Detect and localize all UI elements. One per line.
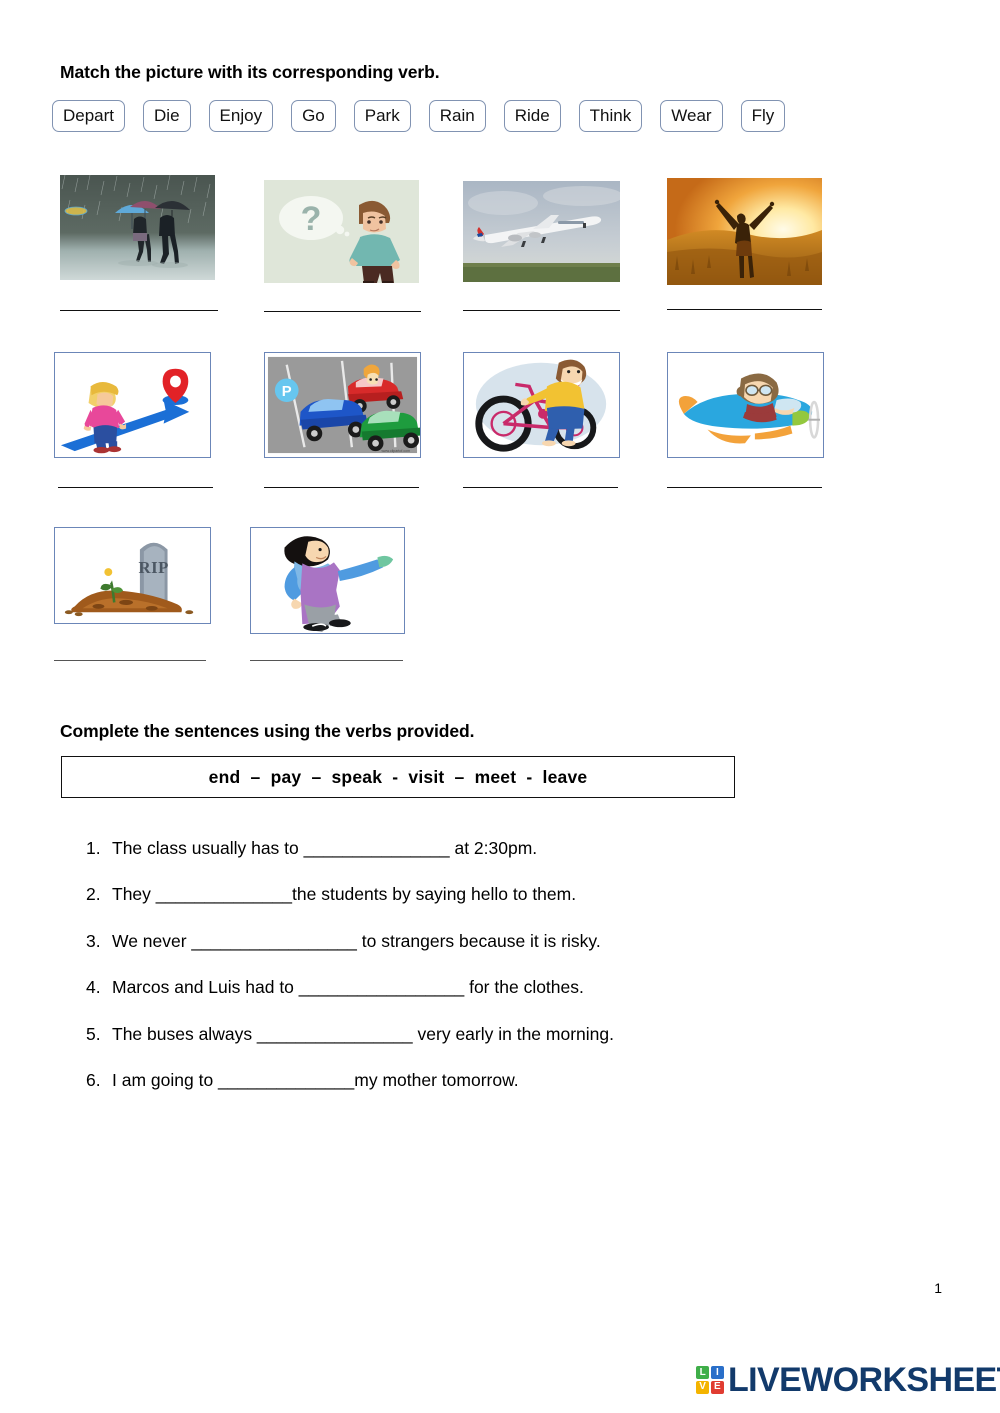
answer-line-4[interactable] <box>667 309 822 310</box>
answer-line-2[interactable] <box>264 311 421 312</box>
word-bank-box: end – pay – speak - visit – meet - leave <box>61 756 735 798</box>
worksheet-page: Match the picture with its corresponding… <box>0 0 1000 1413</box>
verb-chip-ride[interactable]: Ride <box>503 100 561 132</box>
parking-lot-illustration: P www.clipartof.com <box>265 353 420 457</box>
verb-chip-row: Depart Die Enjoy Go Park Rain Ride Think… <box>52 100 786 132</box>
answer-line-9[interactable] <box>54 660 206 661</box>
verb-chip-wear[interactable]: Wear <box>660 100 723 132</box>
sunset-celebration-illustration <box>667 178 822 285</box>
answer-line-6[interactable] <box>264 487 419 488</box>
answer-line-5[interactable] <box>58 487 213 488</box>
picture-depart-photo <box>463 181 620 282</box>
liveworksheets-wordmark: LIVEWORKSHEETS <box>728 1361 1000 1399</box>
logo-letter-e: E <box>710 1380 724 1394</box>
sentence-text-6[interactable]: I am going to ______________my mother to… <box>112 1070 519 1092</box>
verb-chip-go[interactable]: Go <box>291 100 336 132</box>
answer-line-1[interactable] <box>60 310 218 311</box>
picture-ride-clipart <box>463 352 620 458</box>
sentence-text-4[interactable]: Marcos and Luis had to _________________… <box>112 977 584 999</box>
word-bank-text: end – pay – speak - visit – meet - leave <box>208 766 588 787</box>
page-number: 1 <box>934 1280 942 1296</box>
liveworksheets-logo-icon: L I V E <box>696 1366 724 1394</box>
verb-chip-rain[interactable]: Rain <box>428 100 486 132</box>
svg-text:www.clipartof.com: www.clipartof.com <box>381 449 410 453</box>
sentence-number-5: 5. <box>86 1023 101 1044</box>
logo-letter-i: I <box>710 1366 724 1380</box>
verb-chip-depart[interactable]: Depart <box>52 100 126 132</box>
verb-chip-die[interactable]: Die <box>143 100 191 132</box>
sentence-list: 1. The class usually has to ____________… <box>86 838 886 1116</box>
sentence-text-5[interactable]: The buses always ________________ very e… <box>112 1024 614 1046</box>
picture-fly-clipart <box>667 352 824 458</box>
matching-section-title: Match the picture with its corresponding… <box>60 62 440 82</box>
svg-text:P: P <box>282 384 292 400</box>
svg-text:?: ? <box>301 200 322 238</box>
thinking-boy-illustration: ? <box>264 180 419 283</box>
answer-line-3[interactable] <box>463 310 620 311</box>
sentence-item-4: 4. Marcos and Luis had to ______________… <box>86 977 886 999</box>
svg-text:RIP: RIP <box>139 558 169 577</box>
sentence-text-2[interactable]: They ______________the students by sayin… <box>112 884 576 906</box>
rain-scene-illustration <box>60 175 215 280</box>
picture-rain-photo <box>60 175 215 280</box>
walking-to-destination-illustration <box>55 353 210 457</box>
verb-chip-think[interactable]: Think <box>578 100 643 132</box>
putting-on-jacket-illustration <box>251 528 404 633</box>
picture-park-clipart: P www.clipartof.com <box>264 352 421 458</box>
picture-enjoy-photo <box>667 178 822 285</box>
picture-go-clipart <box>54 352 211 458</box>
logo-letter-l: L <box>696 1366 710 1380</box>
verb-chip-enjoy[interactable]: Enjoy <box>208 100 274 132</box>
sentence-item-2: 2. They ______________the students by sa… <box>86 884 886 906</box>
pilot-flying-plane-illustration <box>668 353 823 457</box>
verb-chip-park[interactable]: Park <box>353 100 411 132</box>
boy-riding-bicycle-illustration <box>464 353 619 457</box>
sentence-item-5: 5. The buses always ________________ ver… <box>86 1024 886 1046</box>
sentence-text-3[interactable]: We never _________________ to strangers … <box>112 931 601 953</box>
airplane-departing-illustration <box>463 181 620 282</box>
grave-rip-illustration: RIP <box>55 528 210 623</box>
completion-section-title: Complete the sentences using the verbs p… <box>60 721 475 741</box>
picture-die-clipart: RIP <box>54 527 211 624</box>
sentence-item-1: 1. The class usually has to ____________… <box>86 838 886 860</box>
sentence-item-6: 6. I am going to ______________my mother… <box>86 1070 886 1092</box>
verb-chip-fly[interactable]: Fly <box>740 100 786 132</box>
sentence-number-6: 6. <box>86 1069 101 1090</box>
sentence-number-1: 1. <box>86 838 101 858</box>
logo-letter-v: V <box>696 1380 710 1394</box>
sentence-number-2: 2. <box>86 884 101 905</box>
sentence-item-3: 3. We never _________________ to strange… <box>86 931 886 953</box>
sentence-text-1[interactable]: The class usually has to _______________… <box>112 838 537 860</box>
answer-line-8[interactable] <box>667 487 822 488</box>
sentence-number-3: 3. <box>86 930 101 951</box>
picture-wear-clipart <box>250 527 405 634</box>
sentence-number-4: 4. <box>86 977 101 998</box>
picture-think-clipart: ? <box>264 180 419 283</box>
answer-line-7[interactable] <box>463 487 618 488</box>
answer-line-10[interactable] <box>250 660 403 661</box>
liveworksheets-logo[interactable]: L I V E LIVEWORKSHEETS <box>696 1363 1000 1397</box>
